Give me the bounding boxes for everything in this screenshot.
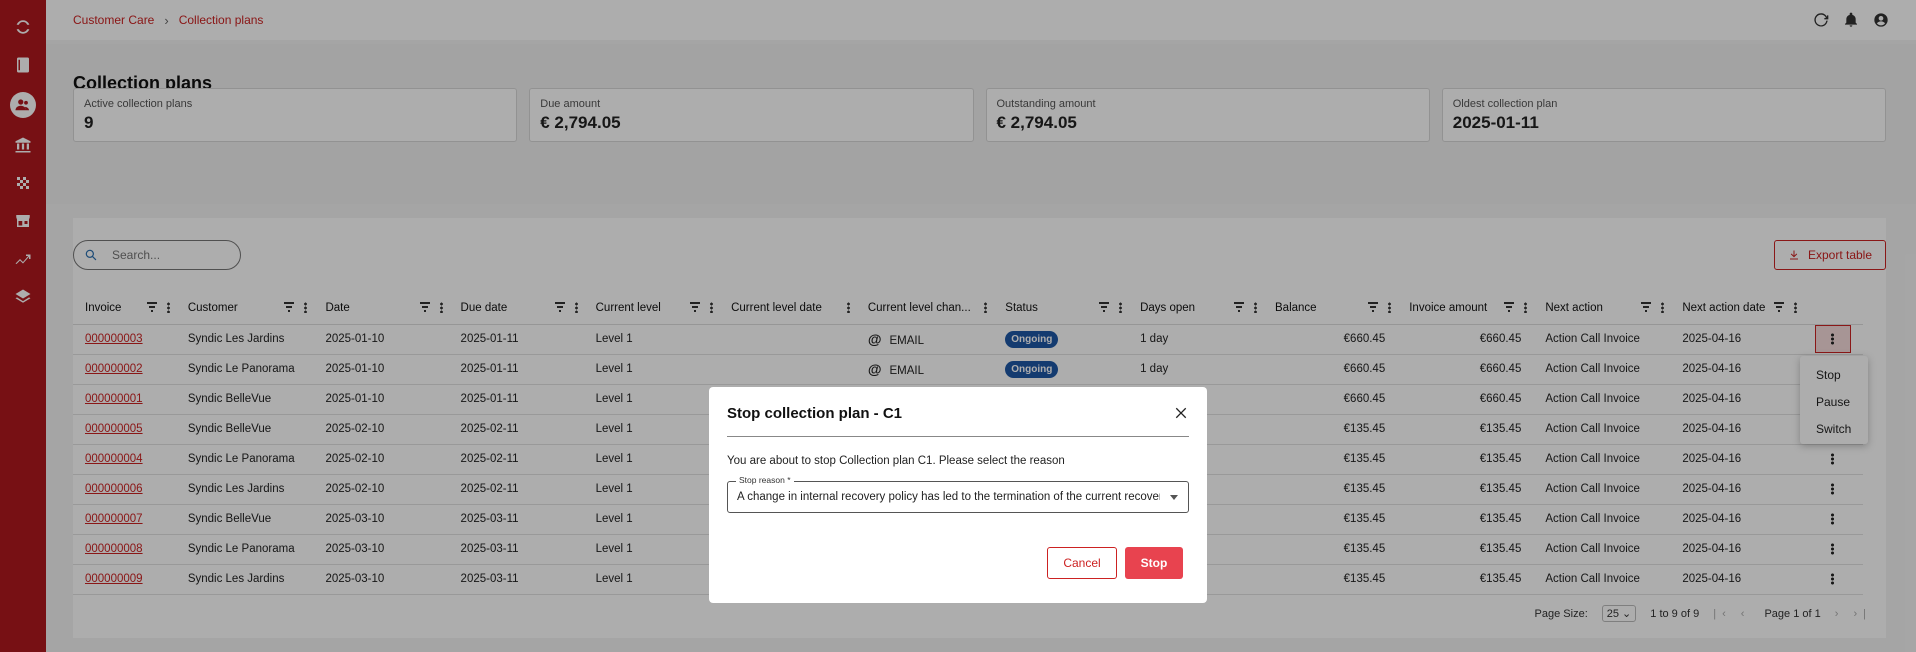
- chevron-down-icon: [1170, 495, 1178, 500]
- stop-plan-dialog: Stop collection plan - C1 You are about …: [709, 387, 1207, 603]
- stop-button[interactable]: Stop: [1125, 547, 1183, 579]
- dialog-divider: [727, 436, 1189, 437]
- dialog-title: Stop collection plan - C1: [727, 405, 903, 422]
- dialog-actions: Cancel Stop: [1047, 547, 1183, 579]
- stop-reason-label: Stop reason *: [736, 475, 794, 485]
- stop-reason-value: A change in internal recovery policy has…: [737, 491, 1160, 503]
- dialog-message: You are about to stop Collection plan C1…: [727, 455, 1065, 467]
- close-icon[interactable]: [1173, 405, 1189, 421]
- cancel-button[interactable]: Cancel: [1047, 547, 1117, 579]
- stop-reason-select[interactable]: Stop reason * A change in internal recov…: [727, 475, 1189, 513]
